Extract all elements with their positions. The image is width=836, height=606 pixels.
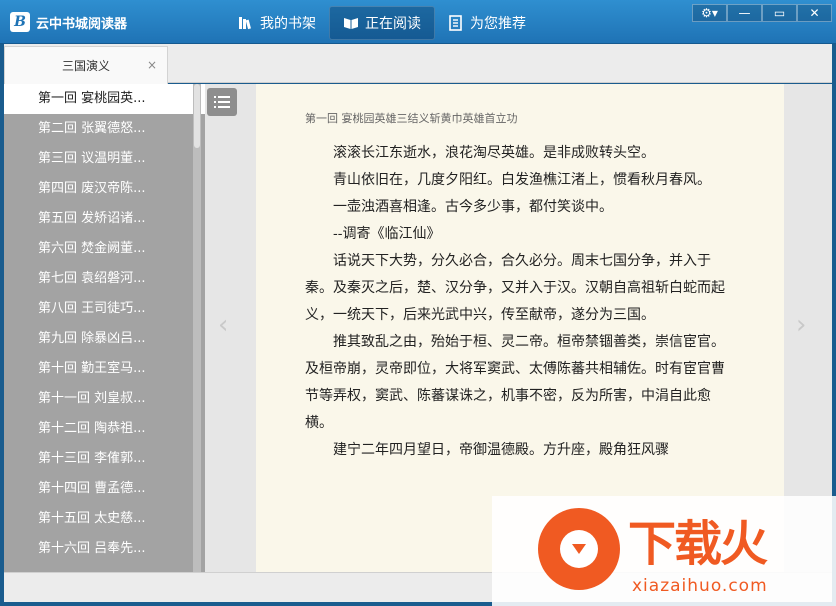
- chapter-item[interactable]: 第十六回 吕奉先...: [4, 534, 205, 564]
- app-logo-icon: B: [10, 12, 30, 32]
- tab-reading-label: 正在阅读: [365, 16, 421, 32]
- chapter-item[interactable]: 第七回 袁绍磐河...: [4, 264, 205, 294]
- minimize-button[interactable]: —: [727, 4, 762, 22]
- chapter-item[interactable]: 第十三回 李傕郭...: [4, 444, 205, 474]
- chapter-item[interactable]: 第五回 发矫诏诸...: [4, 204, 205, 234]
- chapter-item[interactable]: 第九回 除暴凶吕...: [4, 324, 205, 354]
- app-logo: B 云中书城阅读器: [10, 12, 127, 32]
- maximize-button[interactable]: ▭: [762, 4, 797, 22]
- chapter-scrollbar[interactable]: [193, 84, 201, 572]
- recommend-icon: [449, 15, 462, 31]
- chapter-item[interactable]: 第四回 废汉帝陈...: [4, 174, 205, 204]
- chapter-item[interactable]: 第十二回 陶恭祖...: [4, 414, 205, 444]
- chapter-item[interactable]: 第二回 张翼德怒...: [4, 114, 205, 144]
- list-icon: [214, 96, 230, 108]
- tab-bookshelf-label: 我的书架: [260, 16, 316, 32]
- download-icon: [560, 530, 598, 568]
- watermark-title: 下载火: [628, 516, 768, 572]
- tab-bookshelf[interactable]: 我的书架: [225, 6, 329, 40]
- tab-reading[interactable]: 正在阅读: [329, 6, 435, 40]
- tab-book-label: 三国演义: [61, 59, 110, 73]
- chapter-item[interactable]: 第八回 王司徒巧...: [4, 294, 205, 324]
- title-bar: B 云中书城阅读器 我的书架 正在阅读 为您推荐 ⚙▾ — ▭ ✕: [0, 0, 836, 44]
- tab-recommend[interactable]: 为您推荐: [435, 6, 539, 40]
- prev-page-arrow[interactable]: ‹: [218, 310, 228, 340]
- tab-recommend-label: 为您推荐: [470, 16, 526, 32]
- page-paragraph: --调寄《临江仙》: [333, 226, 441, 242]
- page-paragraph: 话说天下大势，分久必合，合久必分。周末七国分争，并入于秦。及秦灭之后，楚、汉分争…: [305, 253, 725, 323]
- next-page-arrow[interactable]: ›: [796, 310, 806, 340]
- watermark-url: xiazaihuo.com: [632, 576, 768, 596]
- watermark-logo-icon: [538, 508, 620, 590]
- close-button[interactable]: ✕: [797, 4, 832, 22]
- chapter-item[interactable]: 第一回 宴桃园英...: [4, 84, 205, 114]
- reading-icon: [344, 18, 358, 29]
- page-paragraph: 建宁二年四月望日，帝御温德殿。方升座，殿角狂风骤: [333, 442, 669, 458]
- chapter-item[interactable]: 第三回 议温明董...: [4, 144, 205, 174]
- app-title: 云中书城阅读器: [36, 16, 128, 32]
- page-paragraph: 滚滚长江东逝水，浪花淘尽英雄。是非成败转头空。: [333, 145, 655, 161]
- page-paragraph: 推其致乱之由，殆始于桓、灵二帝。桓帝禁锢善类，崇信宦官。及桓帝崩，灵帝即位，大将…: [305, 334, 725, 431]
- chapter-item[interactable]: 第十四回 曹孟德...: [4, 474, 205, 504]
- tab-close-icon[interactable]: ×: [147, 58, 157, 72]
- watermark: 下载火 xiazaihuo.com: [492, 496, 836, 606]
- chapter-item[interactable]: 第十回 勤王室马...: [4, 354, 205, 384]
- main-nav: 我的书架 正在阅读 为您推荐: [225, 6, 539, 40]
- chapter-item[interactable]: 第六回 焚金阙董...: [4, 234, 205, 264]
- chapter-item[interactable]: 第十五回 太史慈...: [4, 504, 205, 534]
- chapter-scrollbar-thumb[interactable]: [194, 84, 200, 148]
- page-text: 滚滚长江东逝水，浪花淘尽英雄。是非成败转头空。青山依旧在，几度夕阳红。白发渔樵江…: [305, 140, 725, 464]
- document-tab-bar: 三国演义 ×: [4, 44, 832, 84]
- chapter-heading: 第一回 宴桃园英雄三结义斩黄巾英雄首立功: [305, 112, 518, 125]
- window-controls: ⚙▾ — ▭ ✕: [692, 4, 832, 22]
- chapter-list: 第一回 宴桃园英... 第二回 张翼德怒... 第三回 议温明董... 第四回 废汉帝…: [4, 84, 205, 572]
- tab-book[interactable]: 三国演义 ×: [4, 46, 168, 84]
- page-paragraph: 一壶浊酒喜相逢。古今多少事，都付笑谈中。: [333, 199, 613, 215]
- chapter-item[interactable]: 第十一回 刘皇叔...: [4, 384, 205, 414]
- toc-toggle-button[interactable]: [207, 88, 237, 116]
- settings-button[interactable]: ⚙▾: [692, 4, 727, 22]
- page-paragraph: 青山依旧在，几度夕阳红。白发渔樵江渚上，惯看秋月春风。: [333, 172, 711, 188]
- bookshelf-icon: [239, 17, 251, 30]
